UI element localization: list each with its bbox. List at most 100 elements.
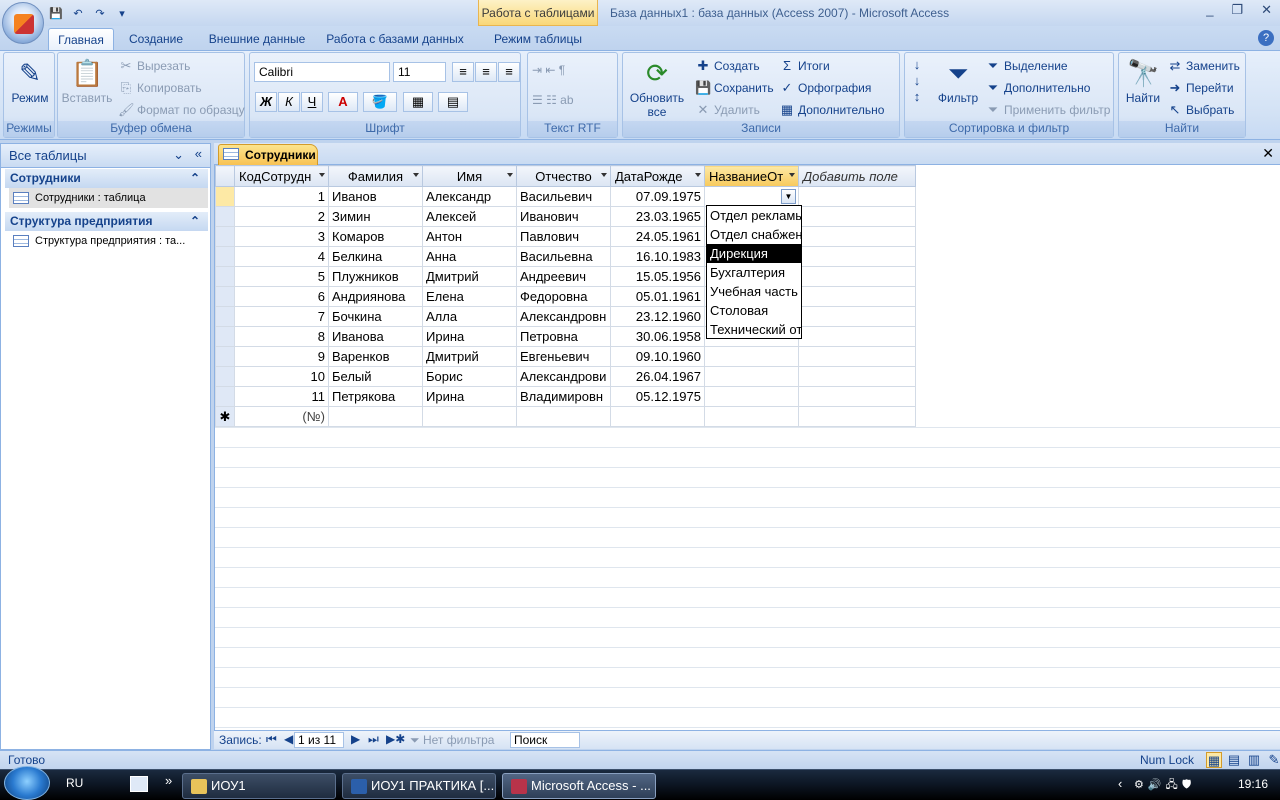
table-row[interactable]: 6 Андриянова Елена Федоровна 05.01.1961	[215, 286, 916, 307]
tab-home[interactable]: Главная	[48, 28, 114, 50]
quick-launch-chevron-icon[interactable]: »	[165, 773, 172, 788]
replace-button[interactable]: ⇄ Заменить	[1167, 58, 1240, 74]
table-cell[interactable]	[798, 386, 916, 407]
save-icon[interactable]: 💾	[48, 5, 64, 21]
taskbar-button-access[interactable]: Microsoft Access - ...	[502, 773, 656, 799]
tab-datasheet[interactable]: Режим таблицы	[484, 28, 592, 50]
table-cell[interactable]: 07.09.1975	[610, 186, 705, 207]
table-row[interactable]: 2 Зимин Алексей Иванович 23.03.1965	[215, 206, 916, 227]
row-selector[interactable]	[215, 386, 235, 407]
table-cell[interactable]: 11	[234, 386, 329, 407]
table-cell[interactable]	[798, 226, 916, 247]
table-row[interactable]: 10 Белый Борис Александрови 26.04.1967	[215, 366, 916, 387]
table-cell[interactable]: Иванова	[328, 326, 423, 347]
table-cell[interactable]: 2	[234, 206, 329, 227]
datasheet-view-icon[interactable]: ▦	[1206, 752, 1222, 768]
new-record-row[interactable]: ✱ (№)	[215, 406, 916, 427]
table-cell[interactable]: Александр	[422, 186, 517, 207]
dropdown-option[interactable]: Технический отдел	[707, 320, 801, 338]
table-cell[interactable]: Евгеньевич	[516, 346, 611, 367]
column-header[interactable]: КодСотрудн	[234, 165, 329, 187]
dropdown-arrow-icon[interactable]	[507, 173, 513, 177]
table-cell[interactable]	[704, 406, 799, 427]
table-row[interactable]: 3 Комаров Антон Павлович 24.05.1961	[215, 226, 916, 247]
table-cell[interactable]: 7	[234, 306, 329, 327]
table-cell[interactable]: Комаров	[328, 226, 423, 247]
font-size-select[interactable]: 11	[393, 62, 446, 82]
column-header[interactable]: Имя	[422, 165, 517, 187]
refresh-all-button[interactable]: ⟳ Обновить все	[625, 57, 689, 119]
start-button[interactable]	[4, 766, 50, 800]
tab-database-tools[interactable]: Работа с базами данных	[322, 28, 468, 50]
paste-button[interactable]: 📋 Вставить	[60, 57, 114, 105]
pivot-table-view-icon[interactable]: ▤	[1226, 752, 1242, 768]
new-row-marker[interactable]: ✱	[215, 406, 235, 427]
row-selector[interactable]	[215, 206, 235, 227]
align-center-icon[interactable]: ≡	[475, 62, 497, 82]
dropdown-arrow-icon[interactable]	[319, 173, 325, 177]
advanced-filter-button[interactable]: ⏷ Дополнительно	[985, 80, 1091, 96]
chevron-down-icon[interactable]: ⌄	[173, 147, 184, 163]
table-cell[interactable]: 3	[234, 226, 329, 247]
first-record-icon[interactable]: ⏮	[266, 732, 277, 747]
tab-create[interactable]: Создание	[122, 28, 190, 50]
table-cell[interactable]	[798, 366, 916, 387]
row-selector[interactable]	[215, 266, 235, 287]
table-row[interactable]: 4 Белкина Анна Васильевна 16.10.1983	[215, 246, 916, 267]
row-selector[interactable]	[215, 366, 235, 387]
select-all-corner[interactable]	[215, 165, 235, 187]
table-cell[interactable]: Павлович	[516, 226, 611, 247]
view-button[interactable]: ✎ Режим	[8, 57, 52, 105]
table-cell[interactable]: Елена	[422, 286, 517, 307]
list-icon[interactable]: ☰ ☷ ab	[532, 93, 574, 107]
next-record-icon[interactable]: ▶	[351, 732, 360, 746]
table-cell[interactable]: 05.12.1975	[610, 386, 705, 407]
table-cell[interactable]: Зимин	[328, 206, 423, 227]
table-cell[interactable]: Бочкина	[328, 306, 423, 327]
add-field-header[interactable]: Добавить поле	[798, 165, 916, 187]
format-painter-button[interactable]: 🖌 Формат по образцу	[118, 102, 245, 118]
close-document-button[interactable]: ✕	[1262, 145, 1274, 162]
goto-button[interactable]: ➜ Перейти	[1167, 80, 1234, 96]
table-cell[interactable]: 8	[234, 326, 329, 347]
table-cell[interactable]: Борис	[422, 366, 517, 387]
table-cell[interactable]: 23.03.1965	[610, 206, 705, 227]
table-cell[interactable]	[798, 306, 916, 327]
table-cell[interactable]: Васильевна	[516, 246, 611, 267]
table-cell[interactable]: Антон	[422, 226, 517, 247]
office-button[interactable]	[2, 2, 44, 44]
last-record-icon[interactable]: ⏭	[368, 732, 379, 747]
table-cell[interactable]: 23.12.1960	[610, 306, 705, 327]
fill-color-icon[interactable]: 🪣	[363, 92, 397, 112]
font-name-select[interactable]: Calibri	[254, 62, 390, 82]
table-row[interactable]: 5 Плужников Дмитрий Андреевич 15.05.1956	[215, 266, 916, 287]
language-indicator[interactable]: RU	[66, 776, 83, 790]
table-cell[interactable]: Ирина	[422, 326, 517, 347]
selection-button[interactable]: ⏷ Выделение	[985, 58, 1068, 74]
table-cell[interactable]: Белый	[328, 366, 423, 387]
nav-pane-header[interactable]: Все таблицы ⌄ «	[1, 144, 210, 168]
table-row[interactable]: 1 Иванов Александр Васильевич 07.09.1975 ▼	[215, 186, 916, 207]
department-dropdown-list[interactable]: Отдел рекламыОтдел снабженияДирекцияБухг…	[706, 205, 802, 339]
filter-button[interactable]: ⏷ Фильтр	[935, 57, 981, 105]
table-cell[interactable]: Петровна	[516, 326, 611, 347]
dropdown-arrow-icon[interactable]	[789, 173, 795, 177]
table-cell[interactable]: Иванович	[516, 206, 611, 227]
table-cell[interactable]: Дмитрий	[422, 346, 517, 367]
table-cell[interactable]: Васильевич	[516, 186, 611, 207]
dropdown-option[interactable]: Отдел рекламы	[707, 206, 801, 225]
record-position-input[interactable]: 1 из 11	[294, 732, 344, 748]
cut-button[interactable]: ✂ Вырезать	[118, 58, 191, 74]
show-desktop-icon[interactable]	[130, 776, 148, 792]
clock[interactable]: 19:16	[1238, 777, 1268, 791]
table-row[interactable]: 8 Иванова Ирина Петровна 30.06.1958	[215, 326, 916, 347]
table-cell[interactable]: 4	[234, 246, 329, 267]
row-selector[interactable]	[215, 246, 235, 267]
new-record-nav-icon[interactable]: ▶✱	[386, 732, 405, 746]
dropdown-option[interactable]: Дирекция	[707, 244, 801, 263]
table-cell[interactable]	[798, 326, 916, 347]
table-cell[interactable]: 09.10.1960	[610, 346, 705, 367]
row-selector[interactable]	[215, 306, 235, 327]
minimize-button[interactable]: _	[1206, 2, 1213, 18]
table-cell[interactable]: 5	[234, 266, 329, 287]
